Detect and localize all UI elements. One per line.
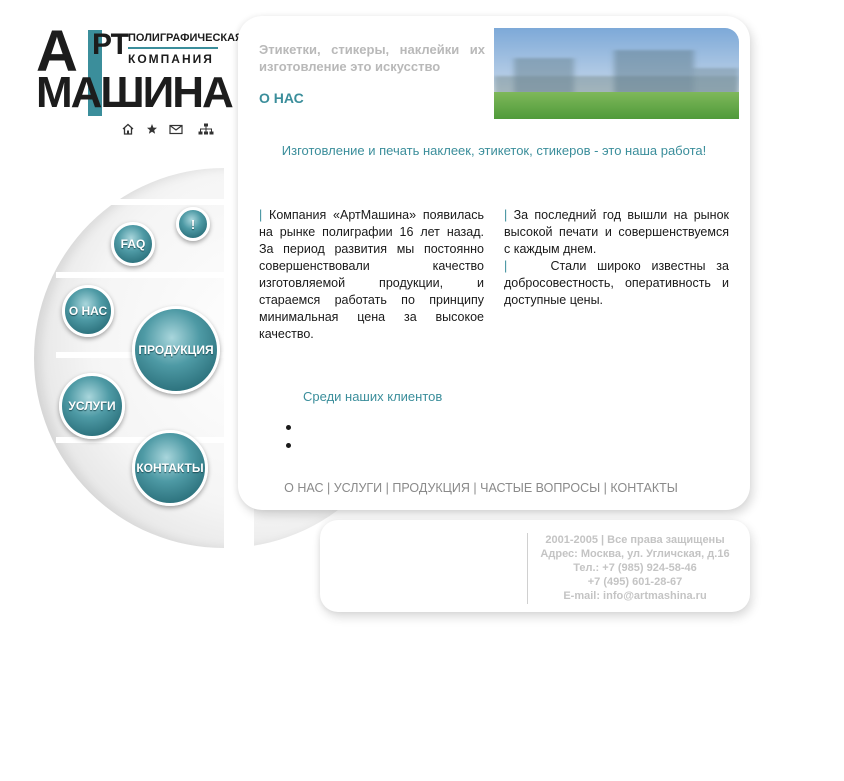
nav-ball-services[interactable]: УСЛУГИ xyxy=(59,373,125,439)
logo-subtitle-line1: ПОЛИГРАФИЧЕСКАЯ xyxy=(128,32,243,44)
footer-link-about[interactable]: О НАС xyxy=(284,481,323,495)
nav-ball-label: О НАС xyxy=(68,304,108,318)
disc-band xyxy=(56,272,226,278)
logo-rule xyxy=(128,47,218,49)
footer-separator: | xyxy=(382,481,393,495)
hero-image xyxy=(494,28,739,119)
footer-divider xyxy=(527,533,528,604)
logo-subtitle-line2: КОМПАНИЯ xyxy=(128,52,214,66)
copyright-text: 2001-2005 | Все права защищены xyxy=(545,534,725,546)
footer-link-contacts[interactable]: КОНТАКТЫ xyxy=(610,481,677,495)
star-icon[interactable] xyxy=(144,122,160,136)
footer-separator: | xyxy=(323,481,334,495)
nav-ball-label: ! xyxy=(190,216,196,232)
footer-separator: | xyxy=(600,481,611,495)
footer-link-services[interactable]: УСЛУГИ xyxy=(334,481,382,495)
logo-letters-rt: РТ xyxy=(92,28,129,61)
address-text: Адрес: Москва, ул. Угличская, д.16 xyxy=(540,548,730,560)
phone-text: +7 (495) 601-28-67 xyxy=(587,576,683,588)
company-logo[interactable]: А РТ ПОЛИГРАФИЧЕСКАЯ КОМПАНИЯ МАШИНА xyxy=(36,23,243,122)
about-column-left: | Компания «АртМашина» появилась на рынк… xyxy=(259,207,484,343)
about-paragraph: Стали широко известны за добросовестност… xyxy=(504,259,729,307)
footer-contact-info: 2001-2005 | Все права защищены Адрес: Мо… xyxy=(530,533,740,603)
about-paragraph: За последний год вышли на рынок высокой … xyxy=(504,208,729,256)
footer-link-products[interactable]: ПРОДУКЦИЯ xyxy=(392,481,470,495)
nav-ball-label: FAQ xyxy=(120,237,146,251)
list-item xyxy=(286,436,296,454)
disc-band xyxy=(56,199,226,205)
email-text[interactable]: E-mail: info@artmashina.ru xyxy=(530,589,740,603)
nav-ball-contacts[interactable]: КОНТАКТЫ xyxy=(132,430,208,506)
nav-ball-label: УСЛУГИ xyxy=(68,399,116,413)
about-column-right: | За последний год вышли на рынок высоко… xyxy=(504,207,729,309)
list-item xyxy=(286,418,296,436)
mail-icon[interactable] xyxy=(168,122,184,136)
accent-pipe: | xyxy=(259,208,263,222)
home-icon[interactable] xyxy=(120,122,136,136)
clients-heading: Среди наших клиентов xyxy=(303,389,443,404)
clients-list xyxy=(286,418,296,454)
accent-pipe: | xyxy=(504,208,508,222)
nav-ball-products[interactable]: ПРОДУКЦИЯ xyxy=(132,306,220,394)
footer-separator: | xyxy=(469,481,481,495)
nav-ball-faq[interactable]: FAQ xyxy=(111,222,155,266)
logo-word-mashina: МАШИНА xyxy=(36,68,234,117)
about-paragraph: Компания «АртМашина» появилась на рынке … xyxy=(259,208,484,341)
site-tagline: Этикетки, стикеры, наклейки их изготовле… xyxy=(259,42,485,74)
nav-ball-label: КОНТАКТЫ xyxy=(136,461,204,475)
nav-ball-label: ПРОДУКЦИЯ xyxy=(138,343,214,357)
accent-pipe: | xyxy=(504,259,508,273)
phone-text: Тел.: +7 (985) 924-58-46 xyxy=(573,562,697,574)
slogan-text: Изготовление и печать наклеек, этикеток,… xyxy=(281,143,707,158)
page-title: О НАС xyxy=(259,90,304,106)
nav-ball-news[interactable]: ! xyxy=(176,207,210,241)
footer-link-faq[interactable]: ЧАСТЫЕ ВОПРОСЫ xyxy=(480,481,600,495)
sitemap-icon[interactable] xyxy=(198,122,214,136)
footer-nav: О НАС | УСЛУГИ | ПРОДУКЦИЯ | ЧАСТЫЕ ВОПР… xyxy=(238,480,724,496)
nav-ball-about[interactable]: О НАС xyxy=(62,285,114,337)
